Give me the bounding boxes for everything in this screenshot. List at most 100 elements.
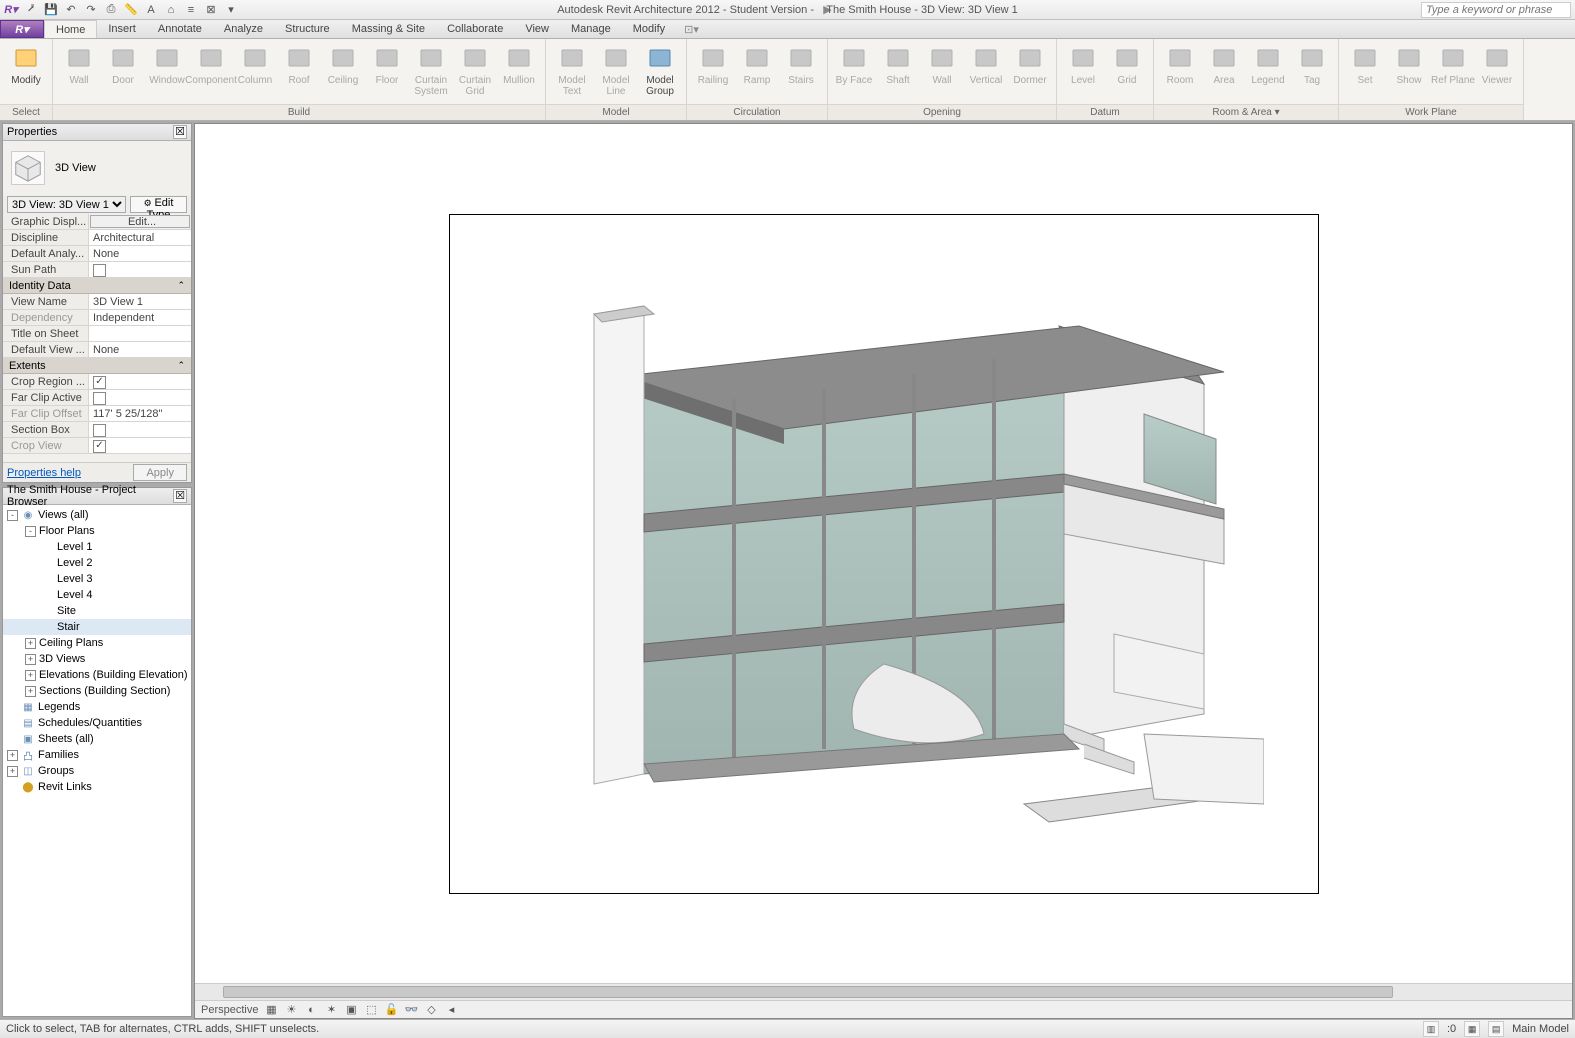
property-row[interactable]: Crop View <box>3 438 191 454</box>
shaft-button[interactable]: Shaft <box>876 41 920 97</box>
modify-button[interactable]: Modify <box>4 41 48 97</box>
unlock-icon[interactable]: 🔓 <box>384 1003 398 1017</box>
tab-massing-site[interactable]: Massing & Site <box>341 20 436 38</box>
editable-only-icon[interactable]: ▦ <box>1464 1021 1480 1037</box>
property-row[interactable]: View Name3D View 1 <box>3 294 191 310</box>
workset-label[interactable]: Main Model <box>1512 1023 1569 1035</box>
apply-button[interactable]: Apply <box>133 464 187 481</box>
model-group-button[interactable]: Model Group <box>638 41 682 97</box>
thinline-icon[interactable]: ≡ <box>184 3 198 17</box>
project-browser-header[interactable]: The Smith House - Project Browser ☒ <box>3 488 191 505</box>
room-button[interactable]: Room <box>1158 41 1202 97</box>
tree-item[interactable]: -Floor Plans <box>3 523 191 539</box>
expand-icon[interactable]: + <box>25 638 36 649</box>
tree-item[interactable]: Level 1 <box>3 539 191 555</box>
window-button[interactable]: Window <box>145 41 189 97</box>
filter-icon[interactable]: ▤ <box>1488 1021 1504 1037</box>
shadows-icon[interactable]: ◐ <box>304 1003 318 1017</box>
print-icon[interactable]: ⎙ <box>104 3 118 17</box>
mullion-button[interactable]: Mullion <box>497 41 541 97</box>
expand-icon[interactable]: - <box>7 510 18 521</box>
properties-header[interactable]: Properties ☒ <box>3 124 191 141</box>
tree-item[interactable]: ▣Sheets (all) <box>3 731 191 747</box>
property-row[interactable]: Section Box <box>3 422 191 438</box>
expand-icon[interactable]: + <box>25 670 36 681</box>
tab-analyze[interactable]: Analyze <box>213 20 274 38</box>
component-button[interactable]: Component <box>189 41 233 97</box>
temp-hide-icon[interactable]: 👓 <box>404 1003 418 1017</box>
ramp-button[interactable]: Ramp <box>735 41 779 97</box>
app-menu-icon[interactable]: R▾ <box>4 3 18 17</box>
level-button[interactable]: Level <box>1061 41 1105 97</box>
edit-type-button[interactable]: ⚙ Edit Type <box>130 196 187 213</box>
tab-annotate[interactable]: Annotate <box>147 20 213 38</box>
tag-button[interactable]: Tag <box>1290 41 1334 97</box>
property-row[interactable]: Far Clip Offset117' 5 25/128" <box>3 406 191 422</box>
drawing-canvas[interactable] <box>195 124 1572 983</box>
measure-icon[interactable]: 📏 <box>124 3 138 17</box>
set-button[interactable]: Set <box>1343 41 1387 97</box>
railing-button[interactable]: Railing <box>691 41 735 97</box>
ref-plane-button[interactable]: Ref Plane <box>1431 41 1475 97</box>
tree-item[interactable]: Level 3 <box>3 571 191 587</box>
open-icon[interactable]: ⭷ <box>24 3 38 17</box>
view-mode[interactable]: Perspective <box>201 1004 258 1016</box>
horizontal-scrollbar[interactable] <box>195 983 1572 1000</box>
tree-item[interactable]: +Elevations (Building Elevation) <box>3 667 191 683</box>
undo-icon[interactable]: ↶ <box>64 3 78 17</box>
crop-region-icon[interactable]: ⬚ <box>364 1003 378 1017</box>
wall-open-button[interactable]: Wall <box>920 41 964 97</box>
tab-home[interactable]: Home <box>44 20 97 38</box>
tree-item[interactable]: +Sections (Building Section) <box>3 683 191 699</box>
door-button[interactable]: Door <box>101 41 145 97</box>
property-row[interactable]: Far Clip Active <box>3 390 191 406</box>
property-row[interactable]: Default Analy...None <box>3 246 191 262</box>
expand-icon[interactable]: + <box>7 766 18 777</box>
redo-icon[interactable]: ↷ <box>84 3 98 17</box>
wall-button[interactable]: Wall <box>57 41 101 97</box>
close-icon[interactable]: ☒ <box>173 125 187 139</box>
tab-structure[interactable]: Structure <box>274 20 341 38</box>
reveal-icon[interactable]: ◇ <box>424 1003 438 1017</box>
tree-item[interactable]: Level 4 <box>3 587 191 603</box>
column-button[interactable]: Column <box>233 41 277 97</box>
expand-icon[interactable]: + <box>25 654 36 665</box>
tab-insert[interactable]: Insert <box>97 20 147 38</box>
dormer-button[interactable]: Dormer <box>1008 41 1052 97</box>
instance-selector[interactable]: 3D View: 3D View 1 <box>7 196 126 213</box>
tree-item[interactable]: Level 2 <box>3 555 191 571</box>
roof-button[interactable]: Roof <box>277 41 321 97</box>
sun-path-icon[interactable]: ☀ <box>284 1003 298 1017</box>
tab-modify[interactable]: Modify <box>622 20 676 38</box>
expand-icon[interactable]: + <box>7 750 18 761</box>
viewer-button[interactable]: Viewer <box>1475 41 1519 97</box>
tree-item[interactable]: -◉Views (all) <box>3 507 191 523</box>
area-button[interactable]: Area <box>1202 41 1246 97</box>
text-icon[interactable]: A <box>144 3 158 17</box>
tree-item[interactable]: Site <box>3 603 191 619</box>
model-text-button[interactable]: Model Text <box>550 41 594 97</box>
properties-grid[interactable]: Graphic Displ...Edit...DisciplineArchite… <box>3 214 191 462</box>
type-selector[interactable]: 3D View <box>3 141 191 195</box>
tree-item[interactable]: ⬤Revit Links <box>3 779 191 795</box>
tree-item[interactable]: +凸Families <box>3 747 191 763</box>
properties-help-link[interactable]: Properties help <box>7 467 81 479</box>
rendering-icon[interactable]: ✶ <box>324 1003 338 1017</box>
by-face-button[interactable]: By Face <box>832 41 876 97</box>
property-row[interactable]: Default View ...None <box>3 342 191 358</box>
exclude-options-icon[interactable]: ▥ <box>1423 1021 1439 1037</box>
tree-item[interactable]: Stair <box>3 619 191 635</box>
floor-button[interactable]: Floor <box>365 41 409 97</box>
legend-button[interactable]: Legend <box>1246 41 1290 97</box>
close-hidden-icon[interactable]: ⊠ <box>204 3 218 17</box>
show-button[interactable]: Show <box>1387 41 1431 97</box>
curtain-system-button[interactable]: Curtain System <box>409 41 453 97</box>
property-row[interactable]: Sun Path <box>3 262 191 278</box>
tree-item[interactable]: +Ceiling Plans <box>3 635 191 651</box>
tab-collaborate[interactable]: Collaborate <box>436 20 514 38</box>
home-icon[interactable]: ⌂ <box>164 3 178 17</box>
property-row[interactable]: Title on Sheet <box>3 326 191 342</box>
nav-left-icon[interactable]: ◂ <box>444 1003 458 1017</box>
tab-view[interactable]: View <box>514 20 560 38</box>
property-row[interactable]: Crop Region ... <box>3 374 191 390</box>
